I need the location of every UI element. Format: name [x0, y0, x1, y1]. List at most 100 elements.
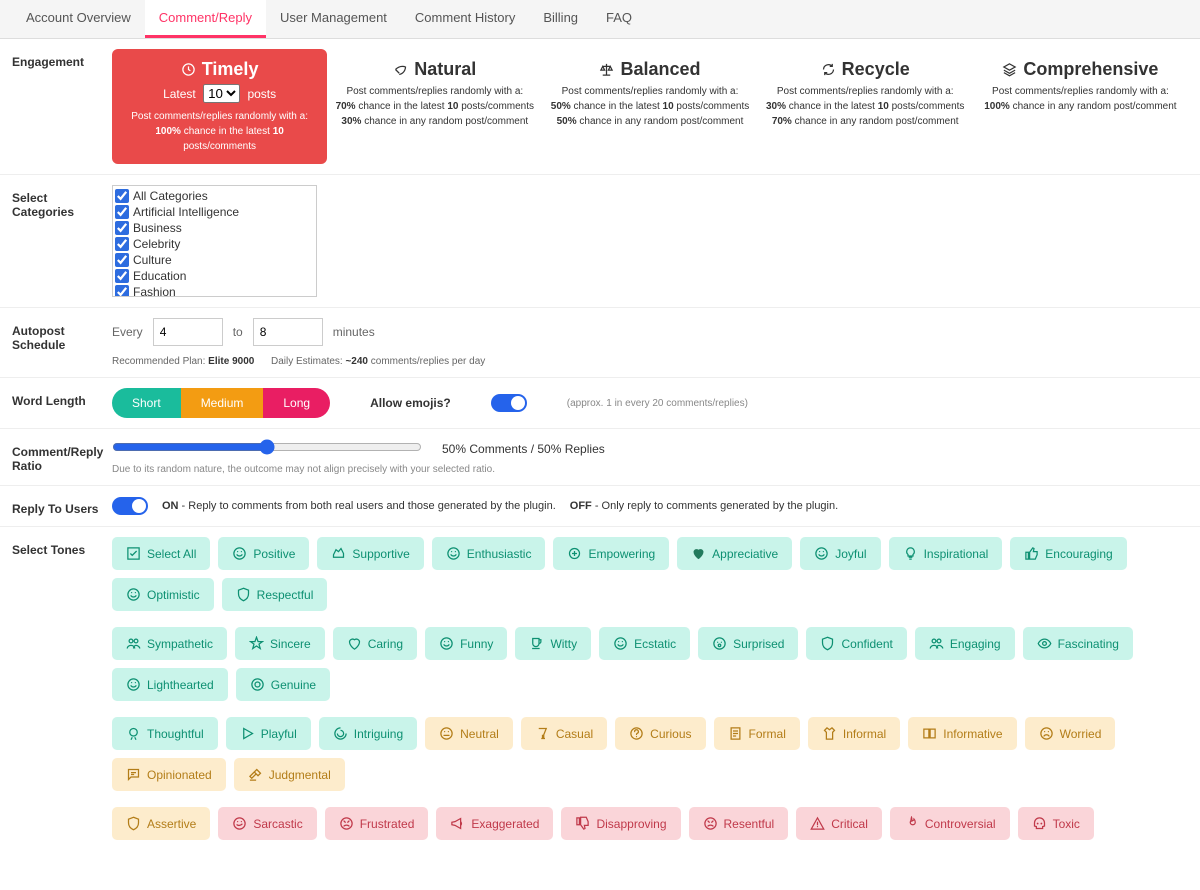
tone-respectful[interactable]: Respectful — [222, 578, 328, 611]
tone-worried[interactable]: Worried — [1025, 717, 1116, 750]
word-length-medium[interactable]: Medium — [181, 388, 264, 418]
tone-sympathetic[interactable]: Sympathetic — [112, 627, 227, 660]
skull-icon — [1032, 816, 1047, 831]
word-length-short[interactable]: Short — [112, 388, 181, 418]
tone-engaging[interactable]: Engaging — [915, 627, 1015, 660]
tone-sincere[interactable]: Sincere — [235, 627, 325, 660]
check-icon — [126, 546, 141, 561]
engagement-latest-select[interactable]: 10 — [203, 84, 240, 103]
tab-account-overview[interactable]: Account Overview — [12, 0, 145, 38]
engagement-card-timely[interactable]: TimelyLatest 10 postsPost comments/repli… — [112, 49, 327, 164]
tone-thoughtful[interactable]: Thoughtful — [112, 717, 218, 750]
book-icon — [922, 726, 937, 741]
category-item[interactable]: Education — [115, 268, 314, 284]
tone-controversial[interactable]: Controversial — [890, 807, 1010, 840]
category-item[interactable]: Culture — [115, 252, 314, 268]
angry-icon — [703, 816, 718, 831]
tone-inspirational[interactable]: Inspirational — [889, 537, 1003, 570]
reply-users-label: Reply To Users — [12, 496, 112, 516]
category-item[interactable]: Fashion — [115, 284, 314, 297]
tone-joyful[interactable]: Joyful — [800, 537, 880, 570]
category-item[interactable]: Business — [115, 220, 314, 236]
category-item[interactable]: All Categories — [115, 188, 314, 204]
fire-icon — [904, 816, 919, 831]
tone-empowering[interactable]: Empowering — [553, 537, 669, 570]
tone-disapproving[interactable]: Disapproving — [561, 807, 680, 840]
leaf-icon — [393, 62, 408, 77]
doc-icon — [728, 726, 743, 741]
tone-ecstatic[interactable]: Ecstatic — [599, 627, 690, 660]
tone-supportive[interactable]: Supportive — [317, 537, 423, 570]
categories-listbox[interactable]: All Categories Artificial Intelligence B… — [112, 185, 317, 297]
tone-positive[interactable]: Positive — [218, 537, 309, 570]
tone-informative[interactable]: Informative — [908, 717, 1016, 750]
tone-informal[interactable]: Informal — [808, 717, 900, 750]
tone-assertive[interactable]: Assertive — [112, 807, 210, 840]
engagement-card-natural[interactable]: NaturalPost comments/replies randomly wi… — [327, 49, 542, 164]
tone-optimistic[interactable]: Optimistic — [112, 578, 214, 611]
tone-casual[interactable]: Casual — [521, 717, 607, 750]
category-checkbox[interactable] — [115, 253, 129, 267]
tone-formal[interactable]: Formal — [714, 717, 800, 750]
engagement-card-balanced[interactable]: BalancedPost comments/replies randomly w… — [542, 49, 757, 164]
category-checkbox[interactable] — [115, 285, 129, 297]
category-checkbox[interactable] — [115, 189, 129, 203]
tone-enthusiastic[interactable]: Enthusiastic — [432, 537, 546, 570]
category-checkbox[interactable] — [115, 221, 129, 235]
tone-frustrated[interactable]: Frustrated — [325, 807, 429, 840]
tone-surprised[interactable]: Surprised — [698, 627, 798, 660]
category-checkbox[interactable] — [115, 269, 129, 283]
word-length-long[interactable]: Long — [263, 388, 330, 418]
tone-toxic[interactable]: Toxic — [1018, 807, 1094, 840]
tone-neutral[interactable]: Neutral — [425, 717, 513, 750]
tone-funny[interactable]: Funny — [425, 627, 507, 660]
tone-witty[interactable]: Witty — [515, 627, 591, 660]
tones-label: Select Tones — [12, 537, 112, 840]
engagement-card-comprehensive[interactable]: ComprehensivePost comments/replies rando… — [973, 49, 1188, 164]
smile-icon — [446, 546, 461, 561]
engagement-card-recycle[interactable]: RecyclePost comments/replies randomly wi… — [758, 49, 973, 164]
engagement-latest: Latest 10 posts — [120, 84, 319, 103]
category-item[interactable]: Artificial Intelligence — [115, 204, 314, 220]
bulb-icon — [903, 546, 918, 561]
autopost-to-input[interactable] — [253, 318, 323, 346]
tone-sarcastic[interactable]: Sarcastic — [218, 807, 316, 840]
shield-icon — [126, 816, 141, 831]
tone-opinionated[interactable]: Opinionated — [112, 758, 226, 791]
reply-users-toggle[interactable] — [112, 497, 148, 515]
tone-resentful[interactable]: Resentful — [689, 807, 789, 840]
glass-icon — [535, 726, 550, 741]
category-checkbox[interactable] — [115, 237, 129, 251]
tone-judgmental[interactable]: Judgmental — [234, 758, 345, 791]
tone-critical[interactable]: Critical — [796, 807, 882, 840]
category-checkbox[interactable] — [115, 205, 129, 219]
tone-intriguing[interactable]: Intriguing — [319, 717, 417, 750]
play-icon — [240, 726, 255, 741]
tab-billing[interactable]: Billing — [529, 0, 592, 38]
tone-select-all[interactable]: Select All — [112, 537, 210, 570]
tone-lighthearted[interactable]: Lighthearted — [112, 668, 228, 701]
tone-curious[interactable]: Curious — [615, 717, 705, 750]
tab-comment-history[interactable]: Comment History — [401, 0, 529, 38]
ratio-slider[interactable] — [112, 439, 422, 455]
tab-user-management[interactable]: User Management — [266, 0, 401, 38]
allow-emojis-toggle[interactable] — [491, 394, 527, 412]
tab-faq[interactable]: FAQ — [592, 0, 646, 38]
tone-confident[interactable]: Confident — [806, 627, 906, 660]
category-item[interactable]: Celebrity — [115, 236, 314, 252]
tone-caring[interactable]: Caring — [333, 627, 417, 660]
tone-encouraging[interactable]: Encouraging — [1010, 537, 1126, 570]
thumbdown-icon — [575, 816, 590, 831]
tab-comment-reply[interactable]: Comment/Reply — [145, 0, 266, 38]
tone-genuine[interactable]: Genuine — [236, 668, 330, 701]
tone-exaggerated[interactable]: Exaggerated — [436, 807, 553, 840]
autopost-from-input[interactable] — [153, 318, 223, 346]
smile-icon — [613, 636, 628, 651]
mega-icon — [450, 816, 465, 831]
smile-icon — [439, 636, 454, 651]
tone-fascinating[interactable]: Fascinating — [1023, 627, 1133, 660]
tone-appreciative[interactable]: Appreciative — [677, 537, 792, 570]
smile-icon — [126, 677, 141, 692]
smile-icon — [814, 546, 829, 561]
tone-playful[interactable]: Playful — [226, 717, 311, 750]
